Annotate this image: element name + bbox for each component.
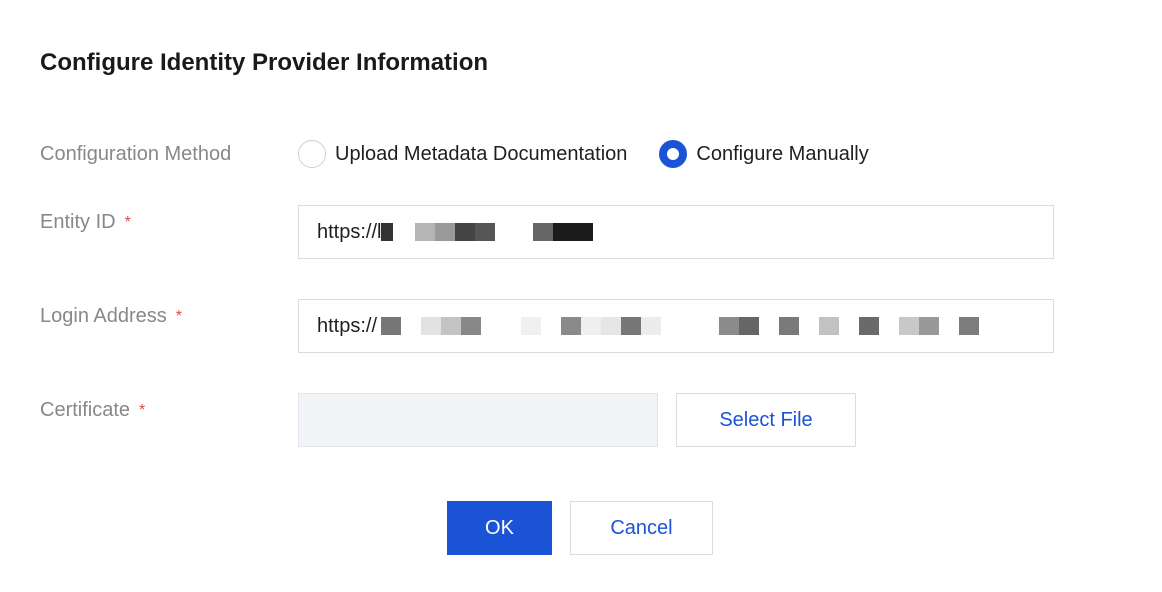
login-address-label-text: Login Address bbox=[40, 305, 167, 327]
radio-upload-metadata-label[interactable]: Upload Metadata Documentation bbox=[335, 141, 627, 167]
required-mark: * bbox=[139, 402, 146, 419]
entity-id-value: https://l bbox=[317, 220, 382, 243]
login-address-label: Login Address * bbox=[40, 303, 182, 331]
redacted-text bbox=[381, 317, 980, 335]
certificate-file-display bbox=[298, 393, 658, 447]
entity-id-label: Entity ID * bbox=[40, 209, 131, 237]
required-mark: * bbox=[124, 214, 131, 231]
radio-upload-metadata[interactable]: Upload Metadata Documentation bbox=[298, 140, 627, 168]
configuration-method-label: Configuration Method bbox=[40, 143, 232, 165]
login-address-row: Login Address * https:// bbox=[0, 299, 1162, 353]
certificate-label: Certificate * bbox=[40, 397, 145, 425]
certificate-label-text: Certificate bbox=[40, 399, 131, 421]
login-address-value: https:// bbox=[317, 314, 378, 337]
select-file-button[interactable]: Select File bbox=[676, 393, 856, 447]
entity-id-input[interactable]: https://l bbox=[298, 205, 1054, 259]
entity-id-row: Entity ID * https://l bbox=[0, 205, 1162, 259]
certificate-row: Certificate * Select File bbox=[0, 393, 1162, 447]
configuration-method-radio-group: Upload Metadata Documentation Configure … bbox=[298, 139, 901, 169]
entity-id-label-text: Entity ID bbox=[40, 211, 116, 233]
redacted-text bbox=[381, 223, 594, 241]
configuration-method-row: Configuration Method Upload Metadata Doc… bbox=[0, 139, 1162, 169]
cancel-button[interactable]: Cancel bbox=[570, 501, 713, 555]
radio-checked-icon[interactable] bbox=[659, 140, 688, 168]
configure-idp-dialog: Configure Identity Provider Information … bbox=[0, 0, 1162, 592]
ok-button[interactable]: OK bbox=[447, 501, 552, 555]
required-mark: * bbox=[175, 308, 182, 325]
radio-configure-manually[interactable]: Configure Manually bbox=[659, 140, 869, 168]
radio-configure-manually-label[interactable]: Configure Manually bbox=[696, 141, 868, 167]
login-address-input[interactable]: https:// bbox=[298, 299, 1054, 353]
radio-unchecked-icon[interactable] bbox=[298, 140, 326, 168]
dialog-title: Configure Identity Provider Information bbox=[40, 49, 489, 76]
